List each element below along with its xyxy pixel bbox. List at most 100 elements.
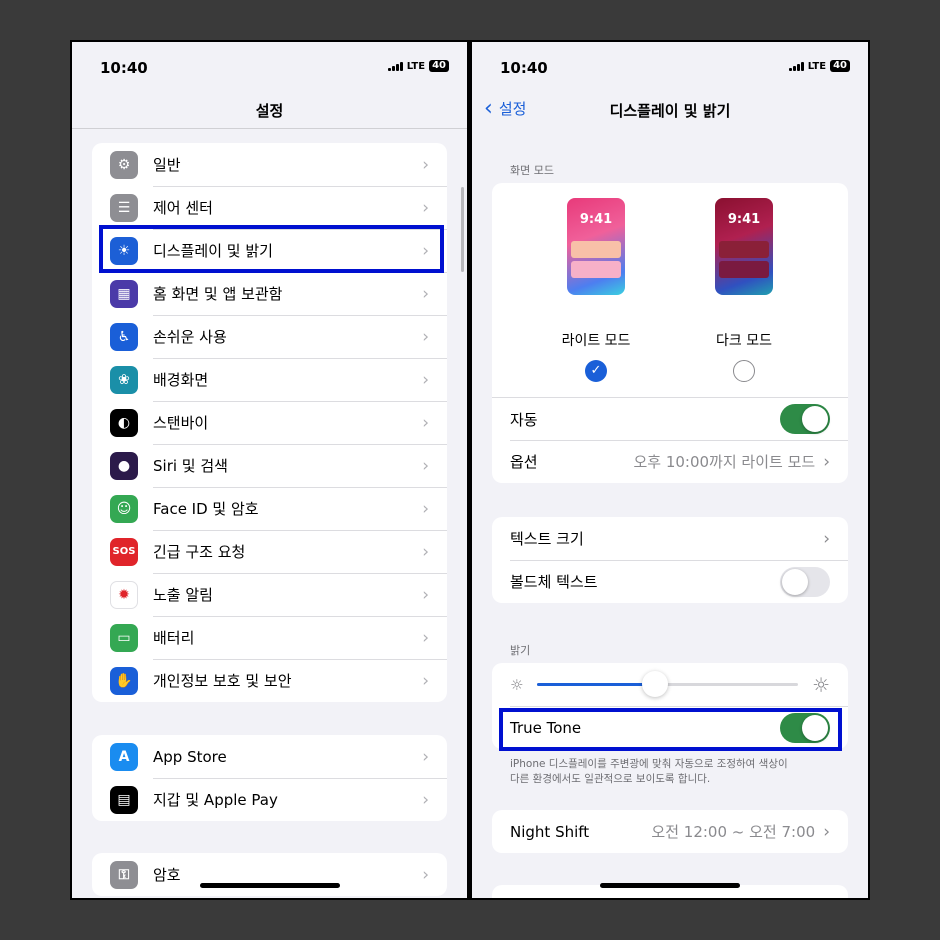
light-mode-label: 라이트 모드 — [561, 333, 631, 349]
checkmark-icon[interactable]: ✓ — [585, 360, 607, 382]
home-indicator[interactable] — [600, 883, 740, 888]
auto-label: 자동 — [510, 410, 538, 429]
settings-item-label: 일반 — [153, 156, 181, 174]
appearance-card: 9:41 라이트 모드 ✓ 9:41 다크 모드 자동 옵션 오후 10:00까… — [492, 183, 848, 483]
settings-item[interactable]: ◐ 스탠바이 › — [92, 401, 447, 444]
settings-group: A App Store › ▤ 지갑 및 Apple Pay › — [92, 735, 447, 821]
night-shift-row[interactable]: Night Shift 오전 12:00 ~ 오전 7:00 › — [492, 810, 848, 853]
chevron-right-icon: › — [422, 197, 429, 218]
chevron-right-icon: › — [422, 789, 429, 810]
night-shift-card: Night Shift 오전 12:00 ~ 오전 7:00 › — [492, 810, 848, 853]
status-indicators: LTE 40 — [387, 60, 449, 72]
chevron-right-icon: › — [422, 670, 429, 691]
section-header: 밝기 — [510, 644, 531, 657]
exposure-icon: ✹ — [110, 580, 138, 609]
text-size-row[interactable]: 텍스트 크기 › — [492, 517, 848, 560]
sos-icon: SOS — [110, 537, 138, 566]
app-grid-icon: ▦ — [110, 279, 138, 308]
settings-item-label: 스탠바이 — [153, 414, 209, 432]
battery-icon: 40 — [830, 60, 850, 72]
settings-item-label: 손쉬운 사용 — [153, 328, 227, 346]
battery-icon: ▭ — [110, 623, 138, 652]
light-mode-option[interactable]: 9:41 라이트 모드 ✓ — [541, 198, 651, 397]
highlight-box — [499, 708, 842, 751]
settings-item-label: 암호 — [153, 866, 181, 884]
key-icon: ⚿ — [110, 860, 138, 889]
divider — [72, 128, 467, 129]
page-title: 설정 — [255, 102, 284, 120]
settings-item[interactable]: ▭ 배터리 › — [92, 616, 447, 659]
home-indicator[interactable] — [199, 883, 340, 888]
chevron-right-icon: › — [422, 369, 429, 390]
settings-item-label: 배터리 — [153, 629, 195, 647]
settings-item[interactable]: ❀ 배경화면 › — [92, 358, 447, 401]
settings-item[interactable]: ☰ 제어 센터 › — [92, 186, 447, 229]
dark-mode-label: 다크 모드 — [716, 333, 772, 349]
settings-item-label: 제어 센터 — [153, 199, 213, 217]
screenshot-frame: 10:40 LTE 40 설정 ⚙ 일반 › ☰ 제어 센터 › ☀ 디스플레이 및 밝기 › ▦… — [70, 40, 870, 900]
battery-icon: 40 — [429, 60, 449, 72]
settings-item[interactable]: SOS 긴급 구조 요청 › — [92, 530, 447, 573]
preview-time: 9:41 — [579, 212, 613, 227]
brightness-slider[interactable] — [537, 671, 799, 697]
settings-item[interactable]: A App Store › — [92, 735, 447, 778]
siri-icon: ● — [110, 451, 138, 480]
settings-item[interactable]: ☺ Face ID 및 암호 › — [92, 487, 447, 530]
scrollbar[interactable] — [461, 187, 464, 272]
page-title: 디스플레이 및 밝기 — [609, 102, 731, 120]
settings-item[interactable]: ✋ 개인정보 보호 및 보안 › — [92, 659, 447, 702]
network-label: LTE — [406, 60, 426, 72]
text-size-label: 텍스트 크기 — [510, 530, 584, 548]
chevron-right-icon: › — [823, 528, 830, 549]
display-brightness-screen: 10:40 LTE 40 ‹ 설정 디스플레이 및 밝기 화면 모드 9:41 … — [472, 42, 868, 898]
settings-item-label: 배경화면 — [153, 371, 209, 389]
brightness-row: ☼ ☼ — [492, 663, 848, 706]
chevron-right-icon: › — [422, 412, 429, 433]
signal-icon — [387, 61, 403, 71]
chevron-right-icon: › — [823, 451, 830, 472]
chevron-right-icon: › — [422, 498, 429, 519]
settings-screen: 10:40 LTE 40 설정 ⚙ 일반 › ☰ 제어 센터 › ☀ 디스플레이 및 밝기 › ▦… — [72, 42, 467, 898]
settings-item[interactable]: ✹ 노출 알림 › — [92, 573, 447, 616]
dark-mode-option[interactable]: 9:41 다크 모드 — [689, 198, 799, 397]
chevron-right-icon: › — [422, 455, 429, 476]
status-time: 10:40 — [100, 59, 148, 77]
settings-group: ⚿ 암호 › — [92, 853, 447, 896]
options-value: 오후 10:00까지 라이트 모드 — [633, 453, 816, 471]
face-id-icon: ☺ — [110, 494, 138, 523]
settings-item[interactable]: ⚿ 암호 › — [92, 853, 447, 896]
auto-row: 자동 — [492, 397, 848, 440]
bold-text-row: 볼드체 텍스트 — [492, 560, 848, 603]
settings-item[interactable]: ⚙ 일반 › — [92, 143, 447, 186]
options-row[interactable]: 옵션 오후 10:00까지 라이트 모드 › — [492, 440, 848, 483]
settings-item-label: 지갑 및 Apple Pay — [153, 791, 278, 809]
auto-toggle[interactable] — [780, 404, 830, 434]
settings-item-label: App Store — [153, 747, 227, 766]
status-time: 10:40 — [500, 59, 548, 77]
settings-item[interactable]: ♿ 손쉬운 사용 › — [92, 315, 447, 358]
slider-thumb[interactable] — [641, 671, 668, 697]
chevron-right-icon: › — [422, 541, 429, 562]
sun-large-icon: ☼ — [812, 672, 830, 697]
dark-preview: 9:41 — [715, 198, 773, 295]
accessibility-icon: ♿ — [110, 322, 138, 351]
chevron-right-icon: › — [422, 326, 429, 347]
chevron-right-icon: › — [422, 746, 429, 767]
bold-text-toggle[interactable] — [780, 566, 830, 597]
settings-item[interactable]: ▦ 홈 화면 및 앱 보관함 › — [92, 272, 447, 315]
night-shift-label: Night Shift — [510, 822, 590, 841]
true-tone-footer: iPhone 디스플레이를 주변광에 맞춰 자동으로 조정하여 색상이 다른 환… — [510, 757, 788, 787]
chevron-right-icon: › — [422, 584, 429, 605]
chevron-right-icon: › — [422, 864, 429, 885]
flower-icon: ❀ — [110, 365, 138, 394]
settings-item[interactable]: ▤ 지갑 및 Apple Pay › — [92, 778, 447, 821]
options-label: 옵션 — [510, 453, 538, 471]
night-shift-value: 오전 12:00 ~ 오전 7:00 — [651, 823, 816, 841]
footer-line: 다른 환경에서도 일관적으로 보이도록 합니다. — [510, 773, 711, 785]
chevron-right-icon: › — [422, 283, 429, 304]
bold-text-label: 볼드체 텍스트 — [510, 573, 598, 591]
footer-line: iPhone 디스플레이를 주변광에 맞춰 자동으로 조정하여 색상이 — [510, 758, 788, 770]
settings-item[interactable]: ● Siri 및 검색 › — [92, 444, 447, 487]
settings-item-label: Siri 및 검색 — [153, 457, 228, 475]
radio-icon[interactable] — [733, 360, 755, 382]
